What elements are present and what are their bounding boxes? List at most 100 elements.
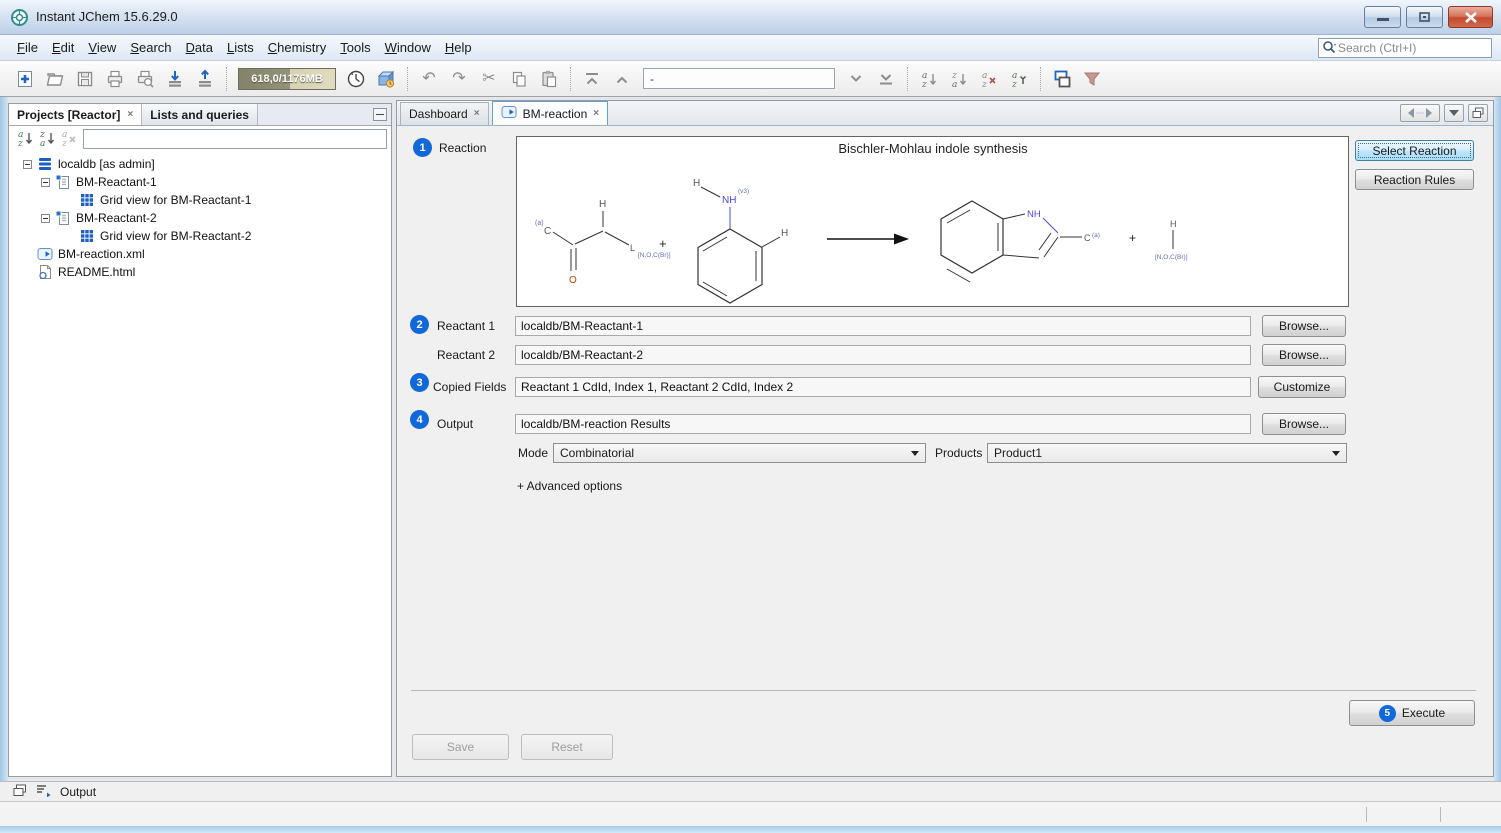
collapse-up-icon[interactable]	[608, 65, 636, 93]
reactant2-field[interactable]	[515, 345, 1251, 365]
tree-item-grid-view-2[interactable]: Grid view for BM-Reactant-2	[9, 227, 391, 245]
menu-window[interactable]: Window	[378, 36, 438, 59]
close-icon[interactable]: ×	[127, 110, 133, 120]
step-4-badge: 4	[410, 410, 429, 429]
import-icon[interactable]	[161, 65, 189, 93]
tree-item-grid-view-1[interactable]: Grid view for BM-Reactant-1	[9, 191, 391, 209]
output-label: Output	[437, 417, 473, 431]
tree-filter-input[interactable]	[83, 129, 387, 149]
svg-text:(v3): (v3)	[738, 188, 749, 195]
new-file-icon[interactable]	[11, 65, 39, 93]
output-browse-button[interactable]: Browse...	[1262, 413, 1346, 435]
collapse-toggle[interactable]	[23, 160, 32, 169]
svg-text:z: z	[17, 139, 23, 147]
search-input[interactable]	[1338, 41, 1491, 55]
schema-combo[interactable]: -	[643, 68, 835, 89]
svg-text:H: H	[693, 178, 700, 189]
svg-text:L: L	[630, 243, 635, 253]
restore-window-icon[interactable]	[13, 784, 27, 800]
sort-descending-icon[interactable]: za	[945, 65, 973, 93]
tree-item-bm-reactant-2[interactable]: BM-Reactant-2	[9, 209, 391, 227]
step-2-badge: 2	[410, 315, 429, 334]
execute-button[interactable]: 5 Execute	[1349, 700, 1475, 726]
mode-select[interactable]: Combinatorial	[553, 443, 926, 463]
menu-file[interactable]: File	[10, 36, 45, 59]
restore-button[interactable]	[1406, 6, 1443, 28]
svg-text:z: z	[1011, 80, 1017, 88]
garbage-collect-icon[interactable]	[342, 65, 370, 93]
tab-bm-reaction[interactable]: BM-reaction ×	[492, 101, 609, 125]
minimize-button[interactable]	[1364, 6, 1401, 28]
reactant2-browse-button[interactable]: Browse...	[1262, 344, 1346, 366]
status-bar	[0, 801, 1501, 826]
copied-fields-field[interactable]	[515, 377, 1251, 397]
tree-sort-asc-icon[interactable]: az	[17, 129, 33, 150]
reaction-scheme[interactable]: Bischler-Mohlau indole synthesis (a) C O…	[516, 136, 1349, 307]
paste-icon[interactable]	[535, 65, 563, 93]
structure-table-icon	[55, 210, 71, 226]
tree-sort-desc-icon[interactable]: za	[39, 129, 55, 150]
maximize-editor-button[interactable]	[1468, 104, 1488, 122]
reset-button[interactable]: Reset	[521, 734, 613, 760]
svg-text:NH: NH	[722, 195, 736, 206]
copy-icon[interactable]	[505, 65, 533, 93]
menu-edit[interactable]: Edit	[45, 36, 81, 59]
scroll-tabs-buttons[interactable]	[1400, 104, 1440, 122]
expand-to-bottom-icon[interactable]	[872, 65, 900, 93]
output-tab-label[interactable]: Output	[60, 785, 96, 799]
tab-projects[interactable]: Projects [Reactor] ×	[9, 104, 142, 125]
menu-data[interactable]: Data	[179, 36, 220, 59]
close-icon[interactable]: ×	[593, 109, 599, 119]
cut-icon[interactable]: ✂	[475, 65, 503, 93]
save-icon[interactable]	[71, 65, 99, 93]
print-preview-icon[interactable]	[131, 65, 159, 93]
output-field[interactable]	[515, 414, 1251, 434]
menu-tools[interactable]: Tools	[333, 36, 377, 59]
tree-item-localdb[interactable]: localdb [as admin]	[9, 155, 391, 173]
tree-item-bm-reactant-1[interactable]: BM-Reactant-1	[9, 173, 391, 191]
svg-text:+: +	[1129, 231, 1136, 245]
editor-panel: Dashboard × BM-reaction × 1 Reaction	[396, 100, 1494, 777]
select-reaction-button[interactable]: Select Reaction	[1355, 140, 1474, 161]
output-window-icon[interactable]	[36, 784, 51, 800]
windows-layout-icon[interactable]	[1048, 65, 1076, 93]
expand-down-icon[interactable]	[842, 65, 870, 93]
open-project-icon[interactable]	[41, 65, 69, 93]
tree-item-bm-reaction-xml[interactable]: BM-reaction.xml	[9, 245, 391, 263]
database-schema-icon[interactable]	[372, 65, 400, 93]
tab-lists-and-queries[interactable]: Lists and queries	[142, 104, 258, 125]
menu-chemistry[interactable]: Chemistry	[261, 36, 334, 59]
minimize-panel-button[interactable]	[373, 108, 387, 121]
customize-button[interactable]: Customize	[1258, 376, 1346, 398]
close-icon[interactable]: ×	[474, 109, 480, 119]
tab-dashboard[interactable]: Dashboard ×	[400, 102, 489, 125]
reactant1-browse-button[interactable]: Browse...	[1262, 315, 1346, 337]
print-icon[interactable]	[101, 65, 129, 93]
tree-clear-sort-icon[interactable]: az	[61, 129, 77, 150]
redo-icon[interactable]: ↷	[445, 65, 473, 93]
memory-indicator[interactable]: 618,0/1176MB	[238, 68, 336, 90]
clear-sort-icon[interactable]: az	[975, 65, 1003, 93]
close-button[interactable]	[1448, 6, 1493, 28]
products-select[interactable]: Product1	[987, 443, 1347, 463]
tree-item-readme-html[interactable]: README.html	[9, 263, 391, 281]
collapse-toggle[interactable]	[41, 178, 50, 187]
export-icon[interactable]	[191, 65, 219, 93]
tab-list-dropdown-button[interactable]	[1444, 104, 1464, 122]
menu-view[interactable]: View	[81, 36, 123, 59]
menu-lists[interactable]: Lists	[220, 36, 261, 59]
filter-icon[interactable]	[1078, 65, 1106, 93]
quick-search[interactable]	[1318, 38, 1492, 58]
collapse-toggle[interactable]	[41, 214, 50, 223]
undo-icon[interactable]: ↶	[415, 65, 443, 93]
reaction-rules-button[interactable]: Reaction Rules	[1355, 169, 1474, 190]
menu-help[interactable]: Help	[438, 36, 479, 59]
reactant1-field[interactable]	[515, 316, 1251, 336]
save-button[interactable]: Save	[412, 734, 509, 760]
menu-search[interactable]: Search	[123, 36, 178, 59]
advanced-options-link[interactable]: + Advanced options	[517, 479, 622, 493]
collapse-to-top-icon[interactable]	[578, 65, 606, 93]
custom-sort-icon[interactable]: az	[1005, 65, 1033, 93]
sort-ascending-icon[interactable]: az	[915, 65, 943, 93]
step-3-badge: 3	[410, 373, 429, 392]
